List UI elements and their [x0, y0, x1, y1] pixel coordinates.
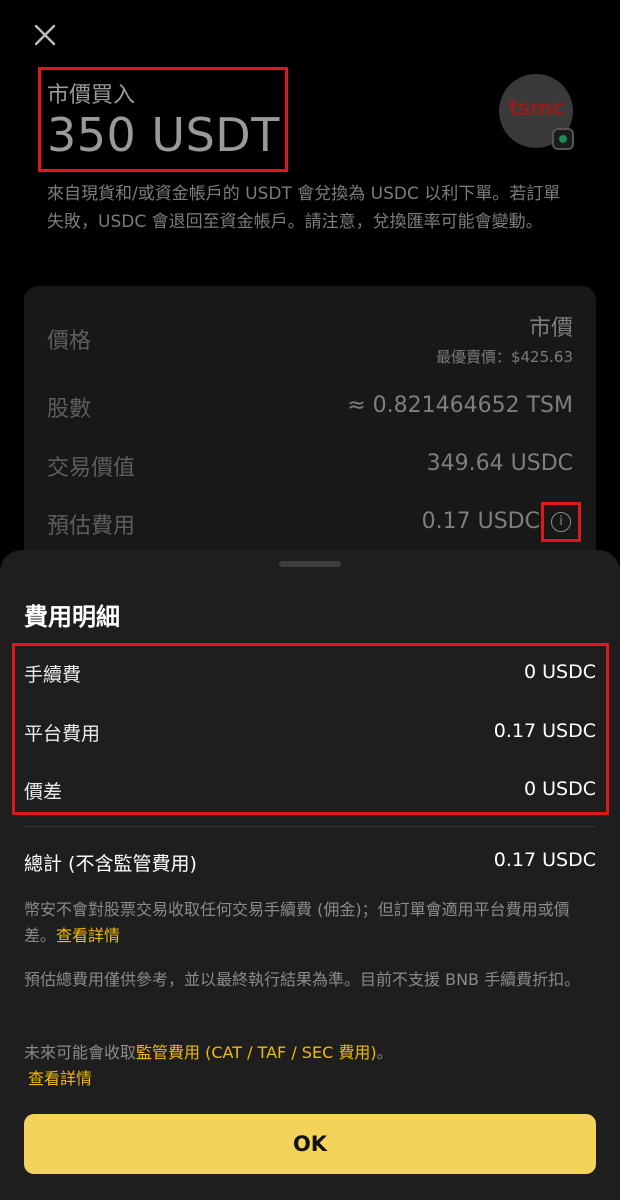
shares-value: ≈ 0.821464652 TSM	[347, 393, 573, 418]
ok-button[interactable]: OK	[24, 1114, 596, 1174]
fee-item-label: 價差	[24, 781, 63, 803]
sheet-drag-handle[interactable]	[279, 561, 341, 567]
fee-item-value: 0 USDC	[524, 778, 596, 800]
best-price: 最優賣價：$425.63	[435, 348, 573, 366]
order-amount: 350 USDT	[47, 108, 280, 162]
conversion-notice: 來自現貨和/或資金帳戶的 USDT 會兌換為 USDC 以利下單。若訂單失敗，U…	[47, 184, 561, 232]
price-value: 市價	[528, 316, 573, 341]
commission-note: 幣安不會對股票交易收取任何交易手續費 (佣金)；但訂單會適用平台費用或價差。查看…	[24, 897, 599, 949]
market-badge-icon	[552, 128, 574, 150]
estimate-note: 預估總費用僅供參考，並以最終執行結果為準。目前不支援 BNB 手續費折扣。	[24, 970, 581, 989]
fee-item-label: 平台費用	[24, 723, 101, 745]
divider	[24, 826, 596, 827]
total-value: 0.17 USDC	[493, 849, 596, 871]
regulatory-fee-link[interactable]: 監管費用 (CAT / TAF / SEC 費用)	[136, 1043, 377, 1062]
order-type-label: 市價買入	[47, 83, 136, 108]
regulatory-note-suffix: 。	[376, 1043, 393, 1062]
close-icon[interactable]	[30, 20, 60, 50]
trade-value-label: 交易價值	[47, 456, 136, 481]
regulatory-note: 未來可能會收取監管費用 (CAT / TAF / SEC 費用)。查看詳情	[24, 1040, 599, 1092]
fee-item-value: 0 USDC	[524, 661, 596, 683]
total-label: 總計 (不含監管費用)	[24, 853, 197, 875]
view-details-link[interactable]: 查看詳情	[56, 926, 120, 945]
shares-label: 股數	[47, 397, 92, 422]
view-details-link-2[interactable]: 查看詳情	[28, 1069, 92, 1088]
price-label: 價格	[47, 329, 92, 354]
fee-item-label: 手續費	[24, 664, 82, 686]
fee-item-value: 0.17 USDC	[493, 720, 596, 742]
trade-value: 349.64 USDC	[426, 451, 573, 476]
info-icon[interactable]: i	[551, 512, 571, 532]
regulatory-note-text: 未來可能會收取	[24, 1043, 137, 1062]
est-fee-label: 預估費用	[47, 514, 136, 539]
logo-text: tsmc	[508, 96, 565, 121]
sheet-title: 費用明細	[24, 603, 120, 631]
est-fee-value: 0.17 USDC	[421, 509, 540, 534]
